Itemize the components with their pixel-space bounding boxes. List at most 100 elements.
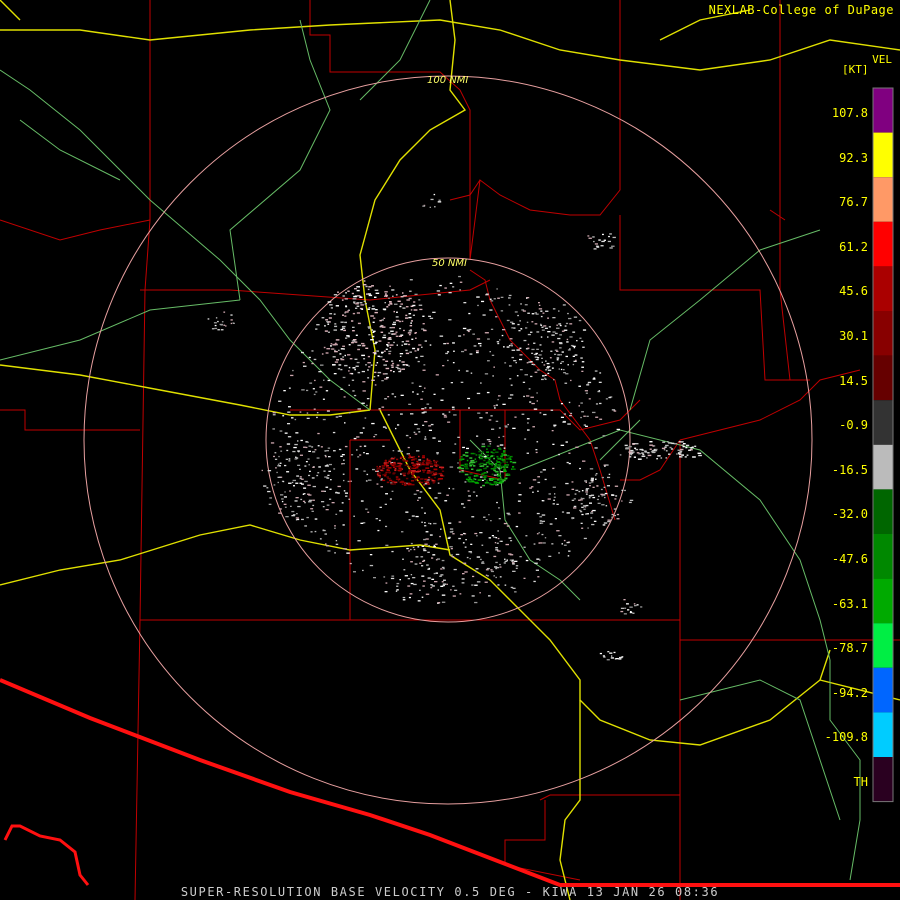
echo-pixel <box>370 364 373 366</box>
echo-pixel <box>440 568 443 570</box>
echo-pixel <box>230 322 232 325</box>
echo-pixel <box>496 288 498 290</box>
echo-pixel <box>425 538 429 540</box>
echo-pixel <box>332 431 336 434</box>
echo-pixel <box>441 566 445 569</box>
echo-pixel <box>268 503 272 505</box>
echo-pixel <box>366 293 368 295</box>
echo-pixel <box>457 462 459 464</box>
echo-pixel <box>541 533 544 536</box>
echo-pixel <box>364 417 367 419</box>
echo-pixel <box>340 321 344 323</box>
echo-pixel <box>519 320 521 322</box>
echo-pixel <box>665 450 668 452</box>
echo-pixel <box>607 476 611 479</box>
echo-pixel <box>400 450 403 453</box>
echo-pixel <box>327 331 330 333</box>
echo-pixel <box>421 456 425 459</box>
echo-pixel <box>496 341 500 343</box>
echo-pixel <box>664 446 667 448</box>
echo-pixel <box>394 396 397 398</box>
echo-pixel <box>489 443 492 445</box>
echo-pixel <box>384 398 387 400</box>
echo-pixel <box>529 487 532 489</box>
echo-pixel <box>390 463 393 465</box>
echo-pixel <box>495 471 499 473</box>
echo-pixel <box>473 345 477 347</box>
color-scale-label: -78.7 <box>831 641 868 656</box>
echo-pixel <box>460 456 463 458</box>
echo-pixel <box>561 361 564 363</box>
echo-pixel <box>388 338 392 340</box>
echo-pixel <box>565 355 568 358</box>
echo-pixel <box>486 454 489 457</box>
echo-pixel <box>486 480 488 482</box>
echo-pixel <box>526 297 528 299</box>
echo-pixel <box>532 426 535 428</box>
echo-pixel <box>627 609 630 611</box>
echo-pixel <box>503 450 506 452</box>
echo-pixel <box>563 369 565 371</box>
echo-pixel <box>460 464 464 467</box>
echo-pixel <box>443 568 445 570</box>
echo-pixel <box>389 346 392 349</box>
echo-pixel <box>483 459 486 462</box>
echo-pixel <box>403 484 407 486</box>
echo-pixel <box>340 455 343 457</box>
echo-pixel <box>312 504 315 507</box>
echo-pixel <box>567 349 571 351</box>
echo-pixel <box>387 414 390 416</box>
echo-pixel <box>453 414 457 416</box>
echo-pixel <box>579 337 582 339</box>
echo-pixel <box>344 315 347 317</box>
echo-pixel <box>615 658 619 660</box>
echo-pixel <box>503 469 507 471</box>
echo-pixel <box>329 313 333 315</box>
echo-pixel <box>439 335 444 337</box>
echo-pixel <box>488 514 490 516</box>
echo-pixel <box>409 437 411 439</box>
echo-pixel <box>353 295 357 298</box>
echo-pixel <box>683 443 686 445</box>
echo-pixel <box>488 459 491 462</box>
echo-pixel <box>451 556 455 558</box>
echo-pixel <box>652 451 655 454</box>
echo-pixel <box>560 403 563 405</box>
echo-pixel <box>481 473 484 475</box>
echo-pixel <box>392 323 396 326</box>
echo-pixel <box>455 553 460 556</box>
echo-pixel <box>335 540 338 542</box>
echo-pixel <box>394 303 398 305</box>
echo-pixel <box>454 443 457 445</box>
echo-pixel <box>553 379 555 381</box>
echo-pixel <box>526 418 530 420</box>
echo-pixel <box>406 547 409 550</box>
echo-pixel <box>324 454 327 457</box>
echo-pixel <box>479 417 483 419</box>
echo-pixel <box>282 480 285 483</box>
echo-pixel <box>395 590 398 592</box>
echo-pixel <box>408 550 410 552</box>
echo-pixel <box>304 480 308 483</box>
echo-pixel <box>670 448 674 450</box>
echo-pixel <box>390 457 395 460</box>
echo-pixel <box>327 301 332 303</box>
echo-pixel <box>388 350 392 352</box>
echo-pixel <box>499 563 501 566</box>
echo-pixel <box>527 333 531 336</box>
echo-pixel <box>514 560 518 562</box>
echo-pixel <box>536 558 540 560</box>
echo-pixel <box>464 467 469 470</box>
echo-pixel <box>303 365 307 367</box>
echo-pixel <box>390 330 394 332</box>
echo-pixel <box>468 495 471 497</box>
echo-pixel <box>312 451 316 453</box>
echo-pixel <box>408 469 411 471</box>
echo-pixel <box>351 342 354 344</box>
echo-pixel <box>329 304 333 306</box>
echo-pixel <box>491 464 494 467</box>
echo-pixel <box>437 482 440 484</box>
echo-pixel <box>207 318 210 320</box>
echo-pixel <box>335 513 338 515</box>
echo-pixel <box>267 490 271 493</box>
